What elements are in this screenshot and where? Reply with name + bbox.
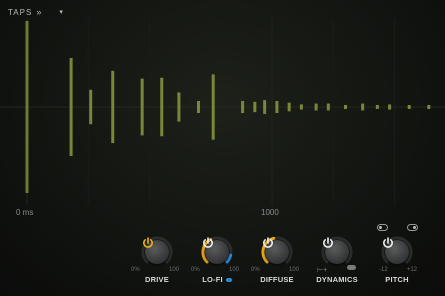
time-label-start: 0 ms [16, 208, 34, 217]
lofi-mode-indicator[interactable] [225, 278, 232, 283]
power-icon [263, 237, 273, 248]
tap-bar[interactable] [299, 104, 303, 110]
tap-bar[interactable] [211, 74, 215, 140]
tap-bar[interactable] [375, 105, 379, 109]
tap-bar[interactable] [160, 77, 164, 137]
drive-module: 0% 100 DRIVE [127, 232, 187, 296]
lofi-name-row: LO-FI [187, 275, 247, 284]
time-label-mid: 1000 [261, 208, 279, 217]
tap-bar[interactable] [287, 102, 291, 112]
tap-bar[interactable] [69, 57, 73, 157]
lofi-max-label: 100 [228, 267, 239, 273]
pitch-toggle-right-icon[interactable] [407, 224, 418, 231]
diffuse-knob[interactable] [261, 236, 293, 268]
tap-bar[interactable] [140, 78, 144, 136]
pitch-knob[interactable] [381, 236, 413, 268]
tap-bar[interactable] [427, 105, 431, 109]
delay-taps-panel: TAPS » ▾ 0 ms 1000 0% 100 DRIVE 0% 100 L… [0, 0, 445, 296]
power-icon [143, 237, 153, 248]
lofi-knob[interactable] [201, 236, 233, 268]
tap-bar[interactable] [253, 101, 257, 113]
tap-bar[interactable] [89, 89, 93, 125]
tap-bar[interactable] [314, 103, 318, 111]
diffuse-min-label: 0% [251, 267, 260, 273]
lofi-module: 0% 100 LO-FI [187, 232, 247, 296]
tap-bar[interactable] [407, 105, 411, 109]
tap-bar[interactable] [177, 92, 181, 122]
drive-knob[interactable] [141, 236, 173, 268]
power-icon [383, 237, 393, 248]
power-icon [203, 237, 213, 248]
gate-icon[interactable] [347, 265, 356, 270]
gridlines [0, 18, 445, 205]
tap-bar[interactable] [361, 103, 365, 111]
diffuse-module: 0% 100 DIFFUSE [247, 232, 307, 296]
drive-name: DRIVE [145, 275, 169, 284]
tap-bar[interactable] [111, 70, 115, 144]
lofi-name: LO-FI [202, 275, 223, 284]
tap-bar[interactable] [241, 100, 245, 114]
power-icon [323, 237, 333, 248]
tap-bar[interactable] [275, 100, 279, 114]
ducking-icon[interactable]: ⊢+ [317, 266, 327, 274]
tap-bar[interactable] [25, 21, 29, 193]
pitch-module: -12 +12 PITCH [367, 224, 427, 296]
taps-display[interactable] [0, 0, 445, 230]
dynamics-knob[interactable] [321, 236, 353, 268]
pitch-toggle-left-icon[interactable] [377, 224, 388, 231]
tap-bar[interactable] [326, 103, 330, 111]
tap-bar[interactable] [197, 100, 200, 114]
tap-bar[interactable] [388, 104, 392, 110]
diffuse-max-label: 100 [288, 267, 299, 273]
drive-max-label: 100 [168, 267, 179, 273]
tap-bar[interactable] [263, 100, 267, 114]
pitch-min-label: -12 [379, 267, 388, 273]
pitch-max-label: +12 [406, 267, 417, 273]
pitch-name: PITCH [385, 275, 409, 284]
diffuse-name: DIFFUSE [260, 275, 294, 284]
dynamics-name: DYNAMICS [316, 275, 358, 284]
drive-min-label: 0% [131, 267, 140, 273]
tap-bar[interactable] [344, 105, 347, 109]
lofi-min-label: 0% [191, 267, 200, 273]
dynamics-module: ⊢+ DYNAMICS [307, 232, 367, 296]
